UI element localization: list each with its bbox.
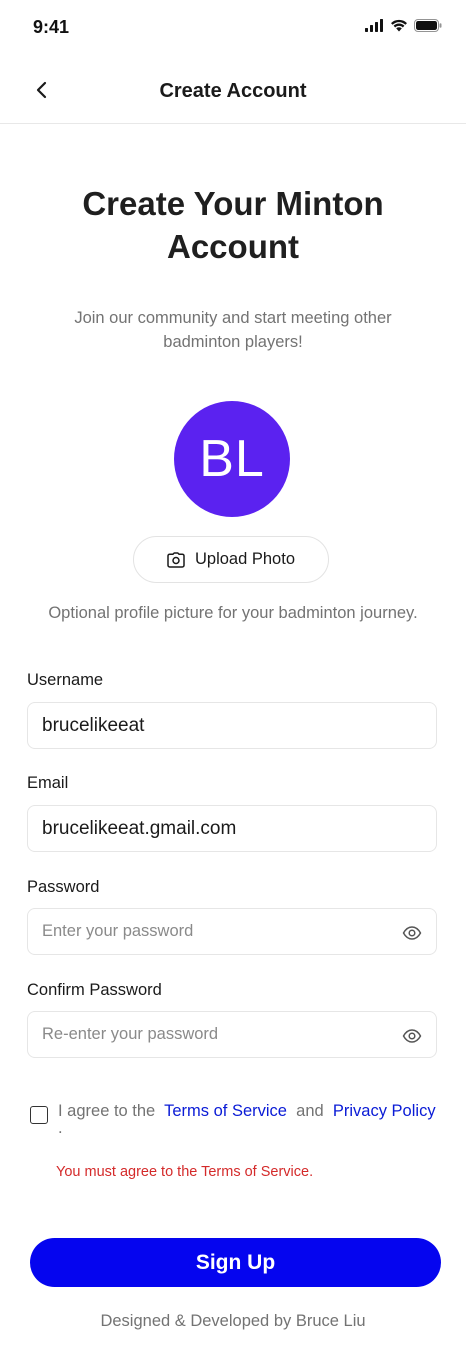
eye-icon[interactable] bbox=[402, 1026, 422, 1046]
password-label: Password bbox=[27, 878, 100, 896]
status-bar: 9:41 bbox=[0, 0, 466, 56]
upload-photo-label: Upload Photo bbox=[195, 550, 295, 568]
confirm-password-label: Confirm Password bbox=[27, 981, 162, 999]
password-field-wrapper bbox=[27, 908, 437, 955]
terms-text: I agree to the Terms of Service and Priv… bbox=[58, 1103, 438, 1137]
upload-photo-button[interactable]: Upload Photo bbox=[133, 536, 329, 583]
signal-icon bbox=[365, 19, 383, 32]
footer-credit: Designed & Developed by Bruce Liu bbox=[100, 1312, 366, 1330]
status-time: 9:41 bbox=[33, 17, 70, 37]
privacy-policy-link[interactable]: Privacy Policy bbox=[333, 1102, 436, 1120]
terms-suffix: . bbox=[58, 1119, 63, 1137]
avatar: BL bbox=[174, 401, 290, 517]
avatar-initials: BL bbox=[199, 430, 265, 488]
username-label: Username bbox=[27, 671, 104, 689]
page-title: Create Your Minton Account bbox=[82, 185, 384, 265]
email-field-wrapper bbox=[27, 805, 437, 852]
battery-icon bbox=[414, 19, 442, 32]
sign-up-button[interactable]: Sign Up bbox=[30, 1238, 441, 1287]
terms-connector: and bbox=[296, 1102, 324, 1120]
terms-error-message: You must agree to the Terms of Service. bbox=[56, 1164, 314, 1180]
username-field[interactable] bbox=[28, 703, 436, 748]
terms-of-service-link[interactable]: Terms of Service bbox=[164, 1102, 287, 1120]
status-icons bbox=[365, 19, 442, 32]
upload-hint: Optional profile picture for your badmin… bbox=[48, 604, 418, 622]
email-label: Email bbox=[27, 774, 69, 792]
nav-header: Create Account bbox=[0, 56, 466, 124]
nav-title: Create Account bbox=[159, 80, 307, 102]
username-field-wrapper bbox=[27, 702, 437, 749]
camera-icon bbox=[167, 551, 185, 568]
confirm-password-field-wrapper bbox=[27, 1011, 437, 1058]
page-subtitle: Join our community and start meeting oth… bbox=[74, 309, 392, 351]
confirm-password-field[interactable] bbox=[28, 1012, 436, 1057]
password-field[interactable] bbox=[28, 909, 436, 954]
terms-checkbox[interactable] bbox=[30, 1106, 48, 1124]
terms-prefix: I agree to the bbox=[58, 1102, 156, 1120]
email-field[interactable] bbox=[28, 806, 436, 851]
wifi-icon bbox=[391, 19, 407, 32]
eye-icon[interactable] bbox=[402, 923, 422, 943]
